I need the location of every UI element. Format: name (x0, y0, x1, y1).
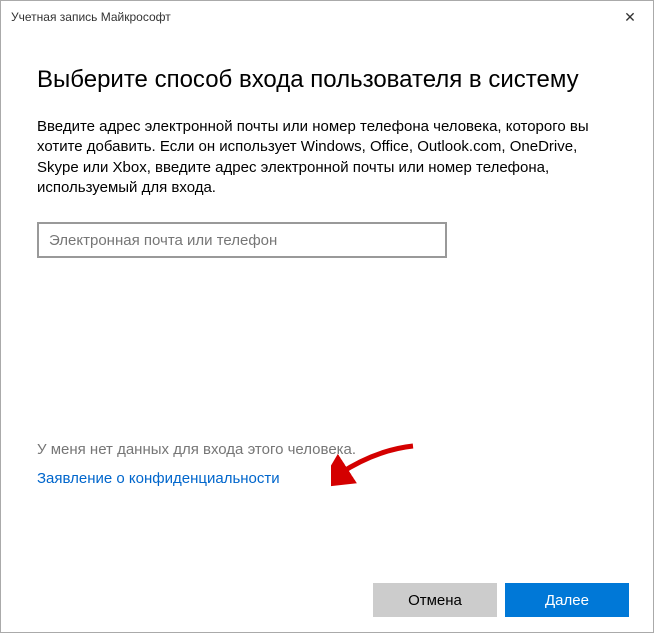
cancel-button[interactable]: Отмена (373, 583, 497, 617)
no-signin-info-link[interactable]: У меня нет данных для входа этого челове… (37, 441, 356, 458)
email-phone-input[interactable] (37, 222, 447, 258)
titlebar: Учетная запись Майкрософт ✕ (1, 1, 653, 33)
page-heading: Выберите способ входа пользователя в сис… (37, 65, 617, 95)
description-text: Введите адрес электронной почты или номе… (37, 117, 617, 198)
window-title: Учетная запись Майкрософт (11, 10, 171, 24)
close-icon: ✕ (624, 10, 636, 24)
bottom-links: У меня нет данных для входа этого челове… (37, 441, 356, 488)
privacy-statement-link[interactable]: Заявление о конфиденциальности (37, 470, 280, 487)
next-button[interactable]: Далее (505, 583, 629, 617)
content-area: Выберите способ входа пользователя в сис… (1, 33, 653, 568)
close-button[interactable]: ✕ (607, 1, 653, 33)
dialog-window: Учетная запись Майкрософт ✕ Выберите спо… (0, 0, 654, 633)
dialog-footer: Отмена Далее (1, 568, 653, 632)
